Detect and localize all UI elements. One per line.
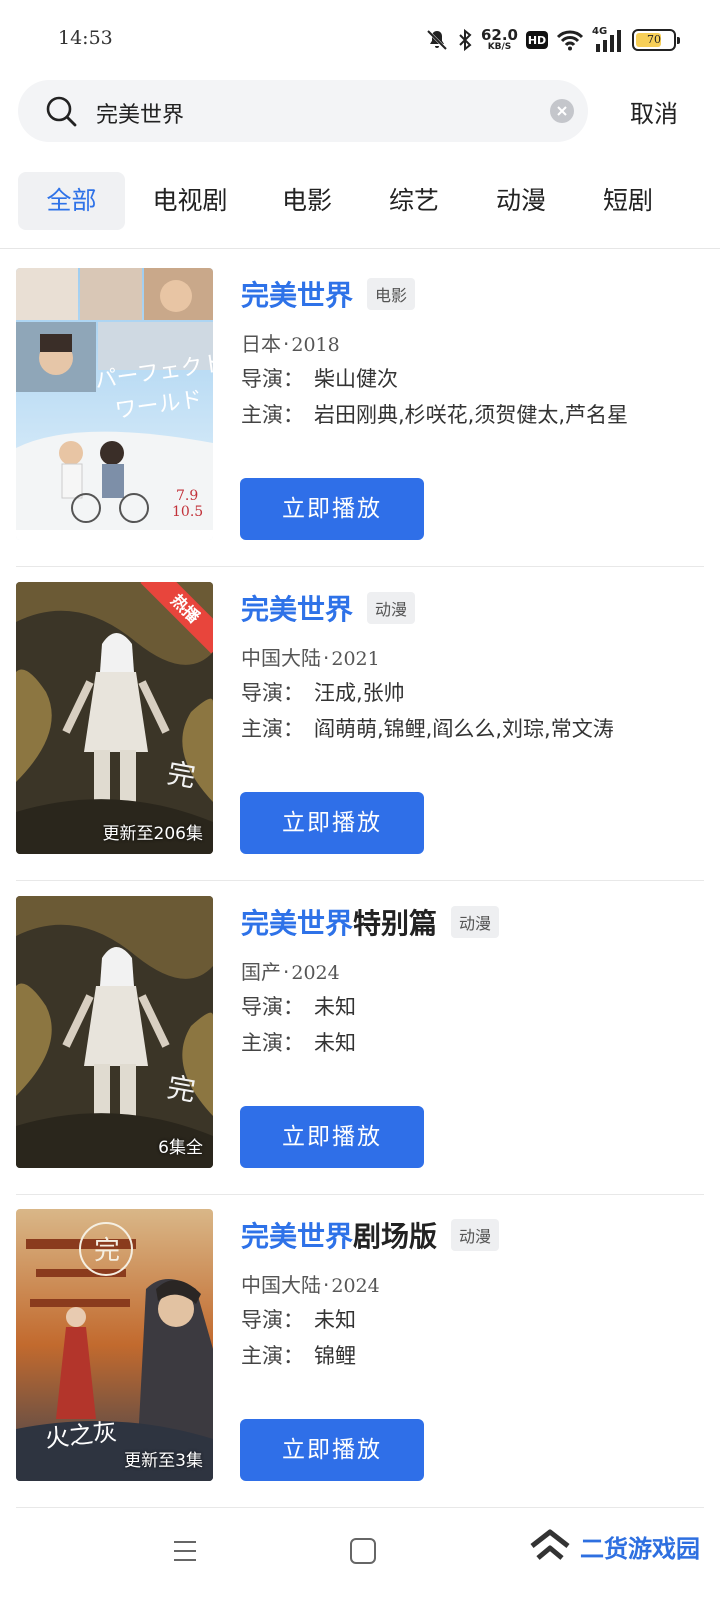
watermark-logo-icon xyxy=(530,1529,570,1560)
bottom-nav: 二货游戏园 xyxy=(0,1508,720,1608)
cast-line: 主演： 阎萌萌,锦鲤,阎么么,刘琮,常文涛 xyxy=(241,717,614,741)
search-input[interactable]: 完美世界 xyxy=(18,80,588,142)
director-line: 导演： 未知 xyxy=(241,1308,356,1332)
svg-text:10.5: 10.5 xyxy=(172,504,203,520)
svg-text:7.9: 7.9 xyxy=(176,488,198,504)
poster-caption: 更新至3集 xyxy=(124,1451,203,1471)
tab-all[interactable]: 全部 xyxy=(18,172,125,230)
region-year: 中国大陆 · 2024 xyxy=(241,1273,380,1297)
poster-image[interactable]: 完 火之灰 更新至3集 xyxy=(16,1209,213,1481)
search-query: 完美世界 xyxy=(96,103,185,128)
play-button[interactable]: 立即播放 xyxy=(240,478,424,540)
title-highlight: 完美世界 xyxy=(241,593,354,626)
poster-image[interactable]: パーフェクト ワールド 7.9 10.5 xyxy=(16,268,213,540)
tab-movies[interactable]: 电影 xyxy=(264,172,350,230)
svg-text:完: 完 xyxy=(94,1236,120,1266)
region-year: 中国大陆 · 2021 xyxy=(241,646,380,670)
region-year: 日本 · 2018 xyxy=(241,332,340,356)
result-item[interactable]: パーフェクト ワールド 7.9 10.5 完美世界 电影 日本 · 2018 导演：… xyxy=(16,268,704,581)
result-title[interactable]: 完美世界 电影 xyxy=(241,274,416,314)
tab-tv-series[interactable]: 电视剧 xyxy=(136,172,244,230)
result-title[interactable]: 完美世界 动漫 xyxy=(241,588,416,628)
poster-image[interactable]: 完 6集全 xyxy=(16,896,213,1168)
cast-line: 主演： 锦鲤 xyxy=(241,1344,356,1368)
svg-text:完: 完 xyxy=(165,756,198,793)
category-tag: 动漫 xyxy=(451,906,500,938)
tab-variety[interactable]: 综艺 xyxy=(371,172,457,230)
title-highlight: 完美世界 xyxy=(241,1220,354,1253)
result-divider xyxy=(16,566,704,567)
signal-icon: 4G xyxy=(592,26,624,52)
play-button[interactable]: 立即播放 xyxy=(240,1106,424,1168)
status-icons: 62.0 KB/S HD 4G 70 xyxy=(425,24,680,56)
hd-icon: HD xyxy=(526,31,548,49)
play-button[interactable]: 立即播放 xyxy=(240,792,424,854)
mute-icon xyxy=(426,29,448,51)
category-tag: 动漫 xyxy=(451,1219,500,1251)
play-button[interactable]: 立即播放 xyxy=(240,1419,424,1481)
cancel-button[interactable]: 取消 xyxy=(630,94,678,129)
tabs-divider xyxy=(0,248,720,249)
tab-anime[interactable]: 动漫 xyxy=(478,172,564,230)
cast-line: 主演： 岩田刚典,杉咲花,须贺健太,芦名星 xyxy=(241,403,629,427)
search-icon xyxy=(46,96,77,127)
title-highlight: 完美世界 xyxy=(241,907,354,940)
title-highlight: 完美世界 xyxy=(241,279,354,312)
title-rest: 特别篇 xyxy=(353,907,438,940)
director-line: 导演： 未知 xyxy=(241,995,356,1019)
search-row: 完美世界 取消 xyxy=(18,80,702,142)
title-rest: 剧场版 xyxy=(353,1220,438,1253)
tab-short-drama[interactable]: 短剧 xyxy=(585,172,671,230)
result-item[interactable]: 完 火之灰 更新至3集 完美世界 剧场版 动漫 中国大陆 · 2024 导演： 未知 … xyxy=(16,1209,704,1522)
result-divider xyxy=(16,880,704,881)
net-speed: 62.0 KB/S xyxy=(480,26,518,52)
status-time: 14:53 xyxy=(58,27,113,49)
director-line: 导演： 汪成,张帅 xyxy=(241,681,405,705)
cast-line: 主演： 未知 xyxy=(241,1031,356,1055)
result-title[interactable]: 完美世界 剧场版 动漫 xyxy=(241,1215,500,1255)
category-tabs: 全部 电视剧 电影 综艺 动漫 短剧 xyxy=(18,172,702,230)
director-line: 导演： 柴山健次 xyxy=(241,367,398,391)
result-divider xyxy=(16,1194,704,1195)
battery-icon: 70 xyxy=(632,29,680,51)
status-bar: 14:53 62.0 KB/S HD 4G 70 xyxy=(0,0,720,80)
category-tag: 动漫 xyxy=(367,592,416,624)
watermark-text: 二货游戏园 xyxy=(580,1534,700,1563)
wifi-icon xyxy=(556,30,584,51)
home-icon[interactable] xyxy=(350,1538,376,1564)
watermark: 二货游戏园 xyxy=(528,1528,700,1564)
region-year: 国产 · 2024 xyxy=(241,960,340,984)
poster-caption: 6集全 xyxy=(158,1138,203,1158)
svg-text:完: 完 xyxy=(165,1070,198,1107)
bluetooth-icon xyxy=(459,28,472,52)
menu-icon[interactable] xyxy=(172,1538,198,1564)
category-tag: 电影 xyxy=(367,278,416,310)
result-item[interactable]: 完 热播 更新至206集 完美世界 动漫 中国大陆 · 2021 导演： 汪成,张帅 … xyxy=(16,582,704,895)
poster-image[interactable]: 完 热播 更新至206集 xyxy=(16,582,213,854)
poster-caption: 更新至206集 xyxy=(102,824,203,844)
result-item[interactable]: 完 6集全 完美世界 特别篇 动漫 国产 · 2024 导演： 未知 主演： 未知 立即… xyxy=(16,896,704,1209)
clear-icon[interactable] xyxy=(550,99,574,123)
result-title[interactable]: 完美世界 特别篇 动漫 xyxy=(241,902,500,942)
